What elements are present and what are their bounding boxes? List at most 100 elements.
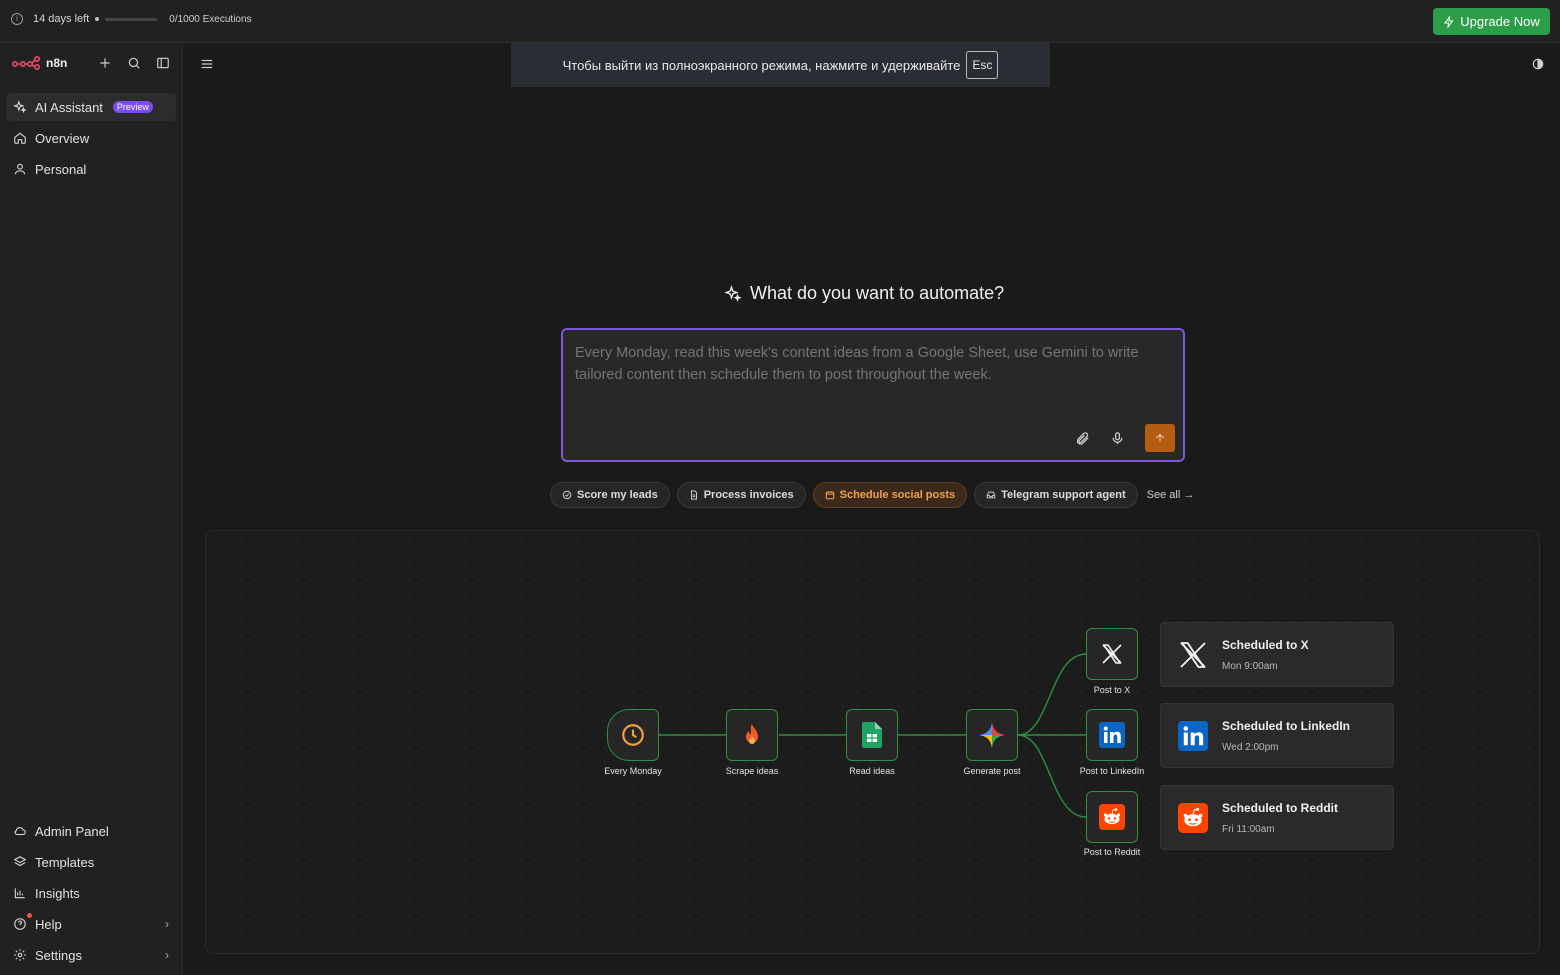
sparkles-icon [13,100,27,114]
sidebar-item-admin-panel[interactable]: Admin Panel [6,817,176,845]
node-read-ideas [846,709,898,761]
bolt-icon [1444,15,1454,28]
result-time: Wed 2:00pm [1222,742,1279,753]
sidebar-item-overview[interactable]: Overview [6,124,176,152]
sidebar: n8n AI Assistant Preview Overview Person… [0,43,183,975]
document-icon [690,490,697,500]
brand-name: n8n [46,56,68,70]
result-time: Mon 9:00am [1222,661,1278,672]
hamburger-menu-icon[interactable] [200,57,214,76]
calendar-icon [825,491,834,500]
see-all-label: See all [1146,489,1181,501]
node-post-to-x [1086,628,1138,680]
sidebar-item-ai-assistant[interactable]: AI Assistant Preview [6,93,176,121]
chip-score-my-leads[interactable]: Score my leads [550,482,670,508]
microphone-icon[interactable] [1110,431,1125,446]
result-title: Scheduled to LinkedIn [1222,719,1351,733]
info-icon: i [11,13,23,25]
node-label: Post to X [1093,685,1131,695]
result-title: Scheduled to X [1222,638,1309,652]
plus-icon[interactable] [97,55,113,71]
node-label: Read ideas [849,766,895,776]
node-label: Post to Reddit [1083,847,1141,857]
gear-icon [14,949,26,961]
chip-telegram-support-agent[interactable]: Telegram support agent [974,482,1138,508]
bar-chart-icon [14,888,25,899]
sidebar-toolbar [97,55,171,71]
chip-label: Telegram support agent [1001,489,1126,501]
node-scrape-ideas [726,709,778,761]
clock-icon [622,724,644,746]
chip-schedule-social-posts[interactable]: Schedule social posts [812,482,968,508]
fullscreen-exit-banner: Чтобы выйти из полноэкранного режима, на… [511,43,1050,87]
upgrade-now-button[interactable]: Upgrade Now [1433,8,1550,35]
node-every-monday [607,709,659,761]
flame-icon [746,724,758,744]
arrow-up-icon [1156,433,1164,442]
theme-toggle-icon[interactable] [1531,57,1545,76]
result-card-x: Scheduled to X Mon 9:00am [1160,622,1394,687]
sidebar-item-label: Insights [35,885,80,901]
prompt-tools [1075,424,1175,452]
result-time: Fri 11:00am [1222,824,1275,835]
google-sheets-icon [862,722,882,748]
inbox-icon [986,491,996,499]
trial-dot [95,17,100,21]
cloud-icon [14,827,26,836]
trial-status: i 14 days left 0/1000 Executions [11,13,252,25]
reddit-icon [1175,800,1211,836]
page-title-text: What do you want to automate? [750,283,1005,303]
suggestion-chips: Score my leads Process invoices Schedule… [550,482,1194,508]
search-icon[interactable] [126,55,142,71]
result-card-reddit: Scheduled to Reddit Fri 11:00am [1160,785,1394,850]
help-circle-icon [14,918,26,930]
user-icon [14,163,26,175]
sidebar-item-label: Settings [35,947,82,963]
notification-dot [27,913,32,918]
sidebar-item-label: Templates [35,854,95,870]
chip-label: Score my leads [577,489,658,501]
see-all-link[interactable]: See all → [1147,489,1195,501]
node-generate-post [966,709,1018,761]
chip-process-invoices[interactable]: Process invoices [676,482,806,508]
linkedin-icon [1099,722,1125,748]
preview-badge: Preview [112,101,153,113]
reddit-icon [1099,804,1125,830]
sparkles-icon [724,284,742,302]
result-title: Scheduled to Reddit [1222,801,1339,815]
node-label: Every Monday [604,766,662,776]
top-bar: i 14 days left 0/1000 Executions Upgrade… [0,0,1560,43]
sidebar-item-help[interactable]: Help › [6,910,176,938]
node-label: Generate post [963,766,1021,776]
upgrade-now-label: Upgrade Now [1460,14,1540,29]
templates-icon [13,856,27,867]
x-logo-icon [1175,637,1211,673]
chevron-right-icon: › [165,917,169,931]
sidebar-item-label: Overview [35,130,90,146]
sidebar-item-label: Personal [35,161,87,177]
node-label: Scrape ideas [725,766,779,776]
send-button[interactable] [1145,424,1175,452]
sidebar-item-templates[interactable]: Templates [6,848,176,876]
home-icon [14,132,26,144]
prompt-input[interactable] [575,342,1165,412]
chip-label: Process invoices [703,489,794,501]
node-post-to-linkedin [1086,709,1138,761]
fullscreen-banner-text: Чтобы выйти из полноэкранного режима, на… [562,57,961,73]
sidebar-item-settings[interactable]: Settings › [6,941,176,969]
prompt-box [561,328,1185,462]
chevron-right-icon: › [165,948,169,962]
sidebar-item-personal[interactable]: Personal [6,155,176,183]
paperclip-icon[interactable] [1075,431,1090,446]
x-logo-icon [1102,644,1122,664]
n8n-logo[interactable]: n8n [12,56,67,70]
executions-count: 0/1000 Executions [169,13,252,25]
n8n-logo-icon [12,56,40,70]
sidebar-item-insights[interactable]: Insights [6,879,176,907]
sidebar-toggle-icon[interactable] [155,55,171,71]
esc-key: Esc [966,51,999,79]
gemini-icon [979,722,1005,748]
chip-label: Schedule social posts [839,489,956,501]
executions-progress-bar [105,17,158,21]
arrow-right-icon: → [1183,489,1195,501]
